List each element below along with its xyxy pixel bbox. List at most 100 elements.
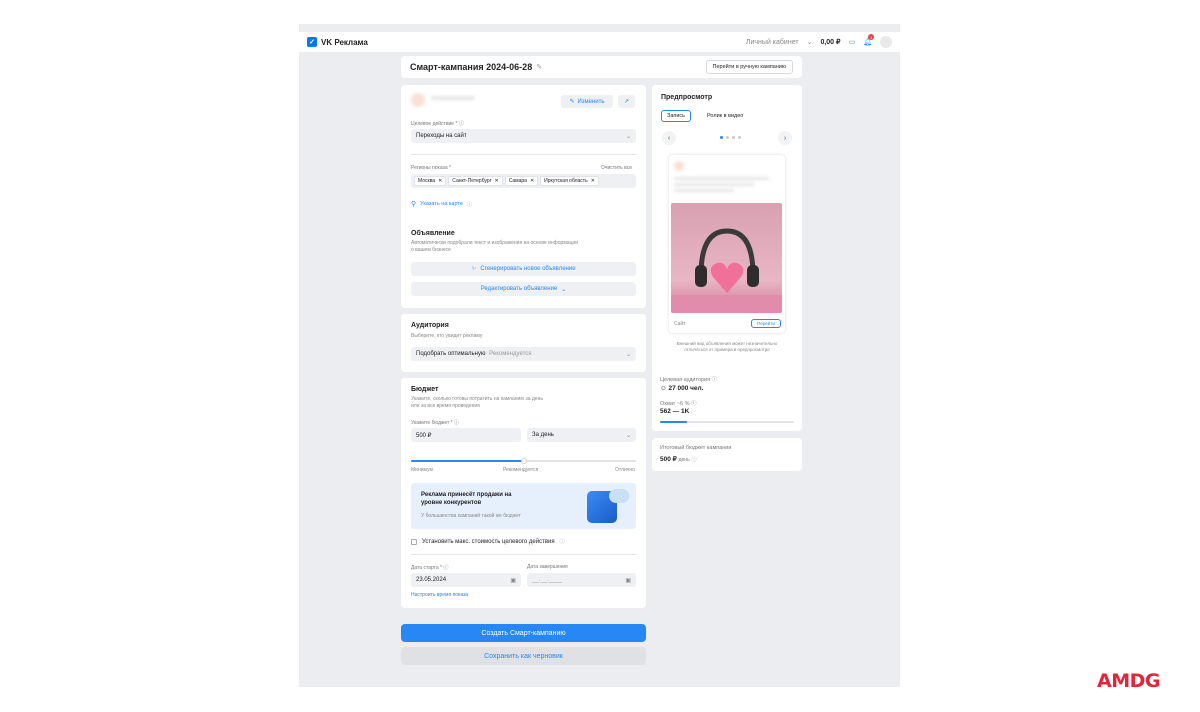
audience-value: Подобрать оптимальную xyxy=(416,351,486,357)
ad-preview-site: Сайт xyxy=(674,321,686,327)
audience-title: Аудитория xyxy=(411,322,449,329)
calendar-icon[interactable]: ▣ xyxy=(625,577,631,584)
target-action-value: Переходы на сайт xyxy=(416,133,467,139)
regions-label: Регионы показа * xyxy=(411,165,451,171)
audience-card: Аудитория Выберите, кто увидит рекламу П… xyxy=(401,314,646,372)
help-icon[interactable]: ⓘ xyxy=(467,201,472,208)
pencil-icon[interactable]: ✎ xyxy=(536,63,542,71)
watermark-logo: AMDG xyxy=(1097,670,1160,692)
users-icon: ☺ xyxy=(660,385,667,392)
external-link-button[interactable]: ↗ xyxy=(618,95,635,108)
divider xyxy=(411,554,636,555)
help-icon[interactable]: ⓘ xyxy=(691,401,697,407)
carousel-dots xyxy=(720,136,741,139)
budget-card: Бюджет Укажите, сколько готовы потратить… xyxy=(401,378,646,608)
account-menu[interactable]: Личный кабинет xyxy=(746,39,799,46)
max-cost-label: Установить макс. стоимость целевого дейс… xyxy=(422,538,555,545)
audience-description: Выберите, кто увидит рекламу xyxy=(411,333,483,339)
audience-stats-label: Целевая аудитория ⓘ xyxy=(660,377,718,383)
edit-ad-button[interactable]: Редактировать объявление ⌄ xyxy=(411,282,636,296)
ad-preview-go-button[interactable]: Перейти xyxy=(751,319,781,328)
balance[interactable]: 0,00 ₽ xyxy=(820,38,840,46)
budget-slider[interactable] xyxy=(411,458,636,464)
preview-note: Внешний вид объявления может незначитель… xyxy=(676,341,778,352)
edit-site-label: Изменить xyxy=(577,98,605,105)
help-icon[interactable]: ⓘ xyxy=(560,538,565,545)
audience-hint: · Рекомендуется xyxy=(485,351,532,357)
chevron-down-icon: ⌄ xyxy=(625,351,631,358)
regions-input[interactable]: Москва ✕ Санкт-Петербург ✕ Самара ✕ Иркутск… xyxy=(411,174,636,188)
help-icon[interactable]: ⓘ xyxy=(454,420,459,426)
site-name xyxy=(431,96,475,100)
help-icon[interactable]: ⓘ xyxy=(443,565,448,571)
slider-thumb[interactable] xyxy=(520,458,527,464)
help-icon[interactable]: ⓘ xyxy=(712,377,718,383)
calendar-icon[interactable]: ▣ xyxy=(510,577,516,584)
ad-preview-text xyxy=(674,161,774,201)
chevron-down-icon: ⌄ xyxy=(625,133,631,140)
avatar[interactable] xyxy=(880,36,892,48)
checkbox[interactable] xyxy=(411,538,417,545)
close-icon[interactable]: ✕ xyxy=(530,178,534,184)
edit-site-button[interactable]: ✎ Изменить xyxy=(561,95,613,108)
create-campaign-button[interactable]: Создать Смарт-кампанию xyxy=(401,624,646,642)
pencil-icon: ✎ xyxy=(569,99,575,105)
map-link[interactable]: ⚲ Указать на карте ⓘ xyxy=(411,200,472,208)
close-icon[interactable]: ✕ xyxy=(591,178,595,184)
manual-campaign-button[interactable]: Перейти в ручную кампанию xyxy=(705,60,793,74)
region-tag[interactable]: Иркутская область ✕ xyxy=(540,176,599,186)
help-icon[interactable]: ⓘ xyxy=(459,121,464,127)
generate-ad-button[interactable]: ✨︎ Сгенерировать новое объявление xyxy=(411,262,636,276)
external-link-icon: ↗ xyxy=(623,99,630,105)
slider-fill xyxy=(411,460,524,462)
logo[interactable]: ✓ VK Реклама xyxy=(307,37,368,47)
schedule-link[interactable]: Настроить время показа xyxy=(411,592,468,598)
tab-video[interactable]: Ролик в видео xyxy=(707,111,743,121)
chevron-down-icon: ⌄ xyxy=(561,286,567,293)
page-title: Смарт-кампания 2024-06-28 xyxy=(410,62,533,72)
headphones-heart-icon xyxy=(671,228,782,313)
preview-card: Предпросмотр Запись Ролик в видео ‹ › Са… xyxy=(652,85,802,381)
app-window: ✓ VK Реклама Личный кабинет ⌄ 0,00 ₽ ▭ 🔔… xyxy=(299,24,900,687)
ad-title: Объявление xyxy=(411,230,455,237)
end-date-input[interactable]: __.__.____ ▣ xyxy=(527,573,636,587)
bell-icon[interactable]: 🔔︎ 1 xyxy=(863,34,875,46)
magic-wand-icon: ✨︎ xyxy=(471,265,477,272)
region-tag[interactable]: Санкт-Петербург ✕ xyxy=(448,176,503,186)
region-tag[interactable]: Самара ✕ xyxy=(504,176,539,186)
audience-stats-value: ☺ 27 000 чел. xyxy=(660,385,704,392)
promo-banner: Реклама принесёт продажи на уровне конку… xyxy=(411,483,636,529)
vk-logo-icon: ✓ xyxy=(307,37,317,47)
max-cost-checkbox-row[interactable]: Установить макс. стоимость целевого дейс… xyxy=(411,538,565,545)
promo-title: Реклама принесёт продажи на уровне конку… xyxy=(421,492,512,506)
end-date-label: Дата завершения xyxy=(527,564,568,570)
target-action-select[interactable]: Переходы на сайт ⌄ xyxy=(411,129,636,143)
start-date-label: Дата старта * ⓘ xyxy=(411,565,449,571)
tab-post[interactable]: Запись xyxy=(661,110,692,122)
edit-ad-label: Редактировать объявление xyxy=(480,286,558,292)
audience-select[interactable]: Подобрать оптимальную · Рекомендуется ⌄ xyxy=(411,347,636,361)
total-budget-value: 500 ₽ день ⓘ xyxy=(660,456,697,463)
start-date-input[interactable]: 23.05.2024 ▣ xyxy=(411,573,521,587)
clear-all-link[interactable]: Очистить все xyxy=(601,165,632,171)
target-action-label: Целевое действие * ⓘ xyxy=(411,121,464,127)
region-tag[interactable]: Москва ✕ xyxy=(414,176,447,186)
budget-input[interactable]: 500 ₽ xyxy=(411,428,521,442)
slider-max-label: Отлично xyxy=(615,467,635,473)
budget-period-select[interactable]: За день ⌄ xyxy=(527,428,636,442)
generate-ad-label: Сгенерировать новое объявление xyxy=(480,266,576,272)
close-icon[interactable]: ✕ xyxy=(438,178,442,184)
close-icon[interactable]: ✕ xyxy=(495,178,499,184)
slider-mid-label: Рекомендуется xyxy=(503,467,539,473)
budget-title: Бюджет xyxy=(411,386,439,393)
chevron-right-icon[interactable]: › xyxy=(778,131,792,145)
reach-bar-fill xyxy=(660,421,687,423)
chevron-down-icon[interactable]: ⌄ xyxy=(807,38,813,46)
chevron-left-icon[interactable]: ‹ xyxy=(662,131,676,145)
help-icon[interactable]: ⓘ xyxy=(692,457,697,463)
save-draft-button[interactable]: Сохранить как черновик xyxy=(401,647,646,665)
wallet-icon[interactable]: ▭ xyxy=(848,38,855,46)
start-date-value: 23.05.2024 xyxy=(416,577,447,583)
reach-value: 562 — 1K xyxy=(660,408,690,415)
notification-badge: 1 xyxy=(868,34,875,40)
